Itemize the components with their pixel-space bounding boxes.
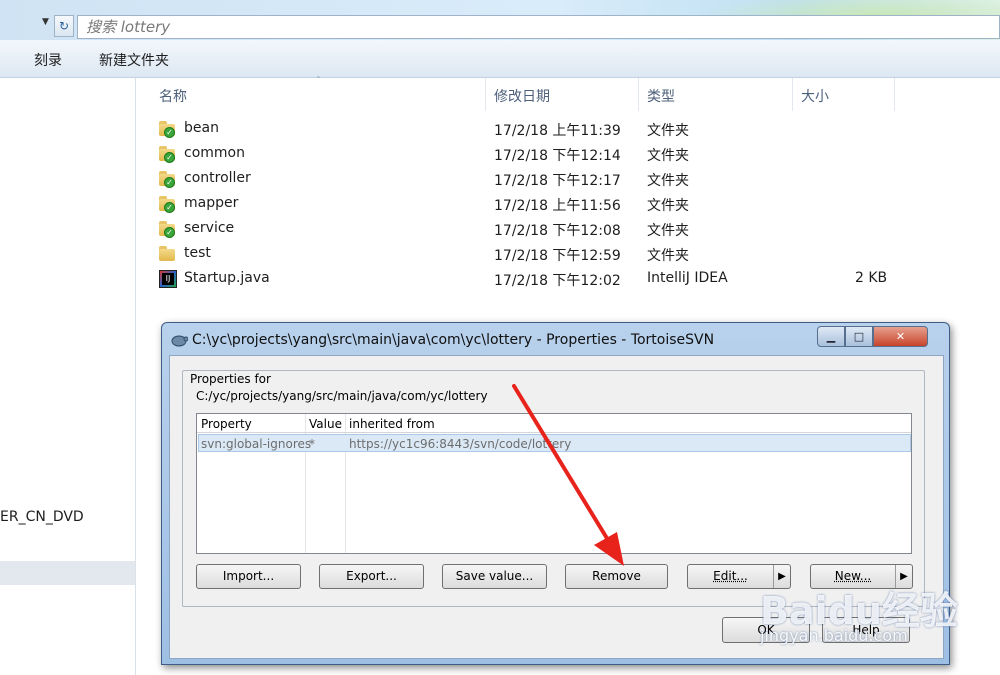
svn-properties-dialog: C:\yc\projects\yang\src\main\java\com\yc…: [161, 322, 950, 665]
file-name: mapper: [184, 195, 239, 211]
column-divider: [894, 78, 895, 111]
column-header-type[interactable]: 类型: [647, 86, 675, 106]
file-date: 17/2/18 上午11:56: [494, 198, 621, 214]
nav-selected-item[interactable]: [0, 561, 135, 585]
new-folder-button[interactable]: 新建文件夹: [99, 50, 169, 70]
file-row[interactable]: ✓ controller 17/2/18 下午12:17 文件夹: [137, 167, 1000, 192]
ok-button[interactable]: OK: [722, 617, 810, 643]
column-header-date[interactable]: 修改日期: [494, 86, 550, 106]
file-name: service: [184, 220, 235, 236]
property-row[interactable]: svn:global-ignores * https://yc1c96:8443…: [198, 434, 911, 452]
property-inherited-from: https://yc1c96:8443/svn/code/lottery: [349, 437, 572, 451]
column-divider: [485, 78, 486, 111]
file-type: 文件夹: [647, 198, 689, 214]
svn-folder-icon: ✓: [159, 221, 176, 238]
file-date: 17/2/18 下午12:14: [494, 148, 621, 164]
file-type: 文件夹: [647, 123, 689, 139]
list-header-inherited[interactable]: inherited from: [349, 417, 435, 431]
file-size: 2 KB: [855, 270, 888, 286]
file-name: test: [184, 245, 211, 261]
file-row[interactable]: ✓ mapper 17/2/18 上午11:56 文件夹: [137, 192, 1000, 217]
file-date: 17/2/18 下午12:02: [494, 273, 621, 289]
file-row[interactable]: IJ Startup.java 17/2/18 下午12:02 IntelliJ…: [137, 267, 1000, 292]
refresh-icon: ↻: [58, 19, 70, 33]
svn-folder-icon: ✓: [159, 171, 176, 188]
remove-button[interactable]: Remove: [565, 564, 668, 589]
edit-button-label: Edit...: [713, 569, 748, 583]
file-type: 文件夹: [647, 223, 689, 239]
save-value-button[interactable]: Save value...: [442, 564, 547, 589]
list-header-property[interactable]: Property: [201, 417, 252, 431]
list-header-line: [197, 432, 911, 433]
nav-item-dvd-drive[interactable]: ER_CN_DVD: [0, 509, 84, 525]
burn-button[interactable]: 刻录: [34, 50, 62, 70]
java-file-icon: IJ: [159, 270, 177, 288]
chevron-right-icon[interactable]: ▶: [895, 565, 912, 588]
file-date: 17/2/18 下午12:08: [494, 223, 621, 239]
file-row[interactable]: ✓ service 17/2/18 下午12:08 文件夹: [137, 217, 1000, 242]
chevron-down-icon[interactable]: ▼: [42, 17, 49, 27]
command-toolbar: 刻录 新建文件夹: [0, 40, 1000, 78]
edit-button[interactable]: Edit... ▶: [687, 564, 791, 589]
column-divider: [792, 78, 793, 111]
file-date: 17/2/18 下午12:17: [494, 173, 621, 189]
file-type: 文件夹: [647, 148, 689, 164]
svn-folder-icon: ✓: [159, 121, 176, 138]
maximize-button[interactable]: □: [845, 326, 873, 347]
file-name: controller: [184, 170, 251, 186]
list-header-value[interactable]: Value: [309, 417, 342, 431]
file-date: 17/2/18 下午12:59: [494, 248, 621, 264]
folder-icon: [159, 246, 176, 262]
dialog-body: Properties for C:/yc/projects/yang/src/m…: [169, 355, 944, 659]
file-row[interactable]: ✓ bean 17/2/18 上午11:39 文件夹: [137, 117, 1000, 142]
file-name: Startup.java: [184, 270, 270, 286]
column-divider: [638, 78, 639, 111]
svn-folder-icon: ✓: [159, 196, 176, 213]
search-input[interactable]: 搜索 lottery: [77, 15, 1000, 39]
file-type: 文件夹: [647, 248, 689, 264]
file-row[interactable]: test 17/2/18 下午12:59 文件夹: [137, 242, 1000, 267]
dialog-title: C:\yc\projects\yang\src\main\java\com\yc…: [192, 332, 715, 348]
chevron-right-icon[interactable]: ▶: [773, 565, 790, 588]
navigation-pane: ER_CN_DVD: [0, 78, 136, 675]
svn-folder-icon: ✓: [159, 146, 176, 163]
file-date: 17/2/18 上午11:39: [494, 123, 621, 139]
file-row[interactable]: ✓ common 17/2/18 下午12:14 文件夹: [137, 142, 1000, 167]
new-button-label: New...: [834, 569, 872, 583]
property-name: svn:global-ignores: [201, 437, 312, 451]
tortoise-icon: [171, 335, 188, 347]
file-name: common: [184, 145, 245, 161]
address-bar: ▼ ↻ 搜索 lottery: [0, 0, 1000, 40]
group-label: Properties for: [188, 372, 273, 386]
properties-list[interactable]: Property Value inherited from svn:global…: [196, 413, 912, 554]
help-button[interactable]: Help: [822, 617, 910, 643]
close-button[interactable]: ✕: [873, 326, 928, 347]
target-path: C:/yc/projects/yang/src/main/java/com/yc…: [196, 389, 488, 403]
export-button[interactable]: Export...: [319, 564, 424, 589]
file-type: IntelliJ IDEA: [647, 270, 728, 286]
sort-caret-icon: ⌃: [315, 75, 322, 84]
property-value: *: [309, 437, 315, 451]
file-name: bean: [184, 120, 219, 136]
column-header-size[interactable]: 大小: [801, 86, 829, 106]
import-button[interactable]: Import...: [196, 564, 301, 589]
minimize-button[interactable]: ▁: [817, 326, 845, 347]
new-button[interactable]: New... ▶: [810, 564, 913, 589]
column-header-name[interactable]: 名称: [159, 86, 187, 106]
file-type: 文件夹: [647, 173, 689, 189]
refresh-button[interactable]: ↻: [54, 15, 74, 37]
